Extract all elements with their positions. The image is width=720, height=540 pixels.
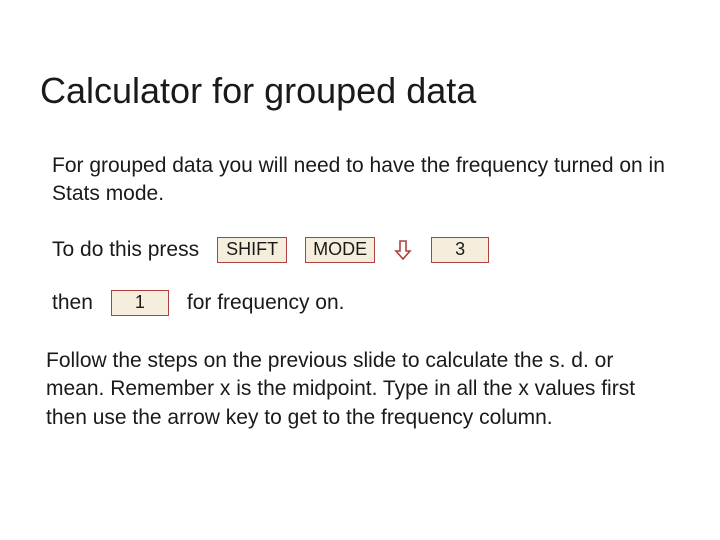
key-3: 3: [431, 237, 489, 263]
row1-lead-text: To do this press: [52, 238, 199, 262]
row2-lead-text: then: [52, 289, 93, 317]
slide-title: Calculator for grouped data: [40, 70, 680, 112]
key-sequence-row-1: To do this press SHIFT MODE 3: [52, 237, 680, 263]
key-sequence-row-2: then 1 for frequency on.: [52, 289, 680, 317]
row2-tail-text: for frequency on.: [187, 289, 345, 317]
down-arrow-icon: [393, 238, 413, 262]
instruction-paragraph: Follow the steps on the previous slide t…: [46, 347, 680, 432]
key-shift: SHIFT: [217, 237, 287, 263]
intro-paragraph: For grouped data you will need to have t…: [52, 152, 680, 209]
key-1: 1: [111, 290, 169, 316]
key-mode: MODE: [305, 237, 375, 263]
slide: Calculator for grouped data For grouped …: [0, 0, 720, 472]
